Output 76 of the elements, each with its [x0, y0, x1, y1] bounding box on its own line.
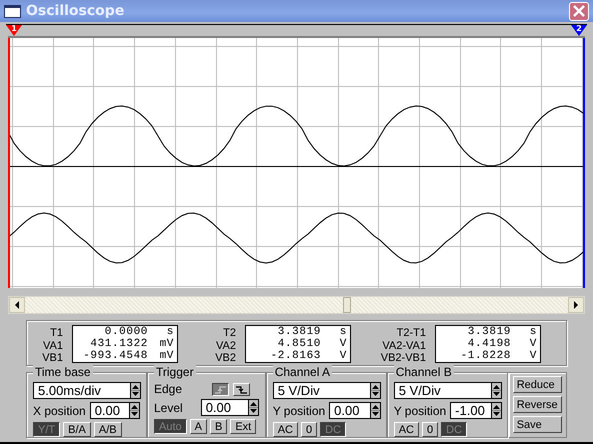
group-title: Channel B: [394, 365, 454, 379]
group-title: Channel A: [272, 365, 332, 379]
spin-buttons[interactable]: [248, 399, 259, 416]
falling-edge-icon: [234, 384, 250, 394]
readout-value: 3.3819: [276, 326, 322, 338]
readout-label: VB2-VB1: [380, 352, 426, 364]
readout-unit: V: [338, 350, 347, 362]
readout-label: T1: [50, 327, 63, 340]
volts-per-div-field[interactable]: 5 V/Div: [394, 382, 491, 399]
trigger-level-field[interactable]: 0.00: [200, 399, 248, 416]
cursor-marker[interactable]: 2: [571, 25, 587, 36]
time-base-field[interactable]: 5.00ms/div: [33, 382, 130, 399]
coupling-button[interactable]: 0: [422, 422, 438, 437]
spin-buttons[interactable]: [128, 402, 140, 419]
readout-value: 0.0000: [104, 326, 149, 338]
group-title: Time base: [33, 365, 93, 379]
readout-label: VB2: [215, 352, 236, 364]
readout-label: VA1: [43, 340, 63, 352]
readout-value: 3.3819: [466, 326, 512, 338]
field-label: Y position: [272, 404, 326, 418]
readout-value: -1.8228: [460, 350, 512, 362]
readout-value: -2.8163: [270, 350, 322, 362]
window-title: Oscilloscope: [26, 3, 126, 19]
spin-buttons[interactable]: [370, 382, 381, 399]
coupling-button[interactable]: AC: [394, 422, 419, 437]
readout-value: 4.4198: [466, 338, 512, 350]
y-position-field[interactable]: 0.00: [329, 402, 370, 419]
coupling-button[interactable]: AC: [272, 422, 298, 437]
coupling-button[interactable]: 0: [300, 422, 318, 437]
mode-button[interactable]: B/A: [63, 422, 91, 437]
rising-edge-icon: [213, 384, 228, 394]
field-label: Y position: [394, 404, 446, 418]
readout-unit: V: [528, 350, 537, 362]
close-button[interactable]: [569, 2, 589, 20]
window-icon: [4, 4, 21, 18]
action-button[interactable]: Reverse: [512, 396, 562, 413]
readout-unit: mV: [158, 338, 174, 350]
readout-value: 4.8510: [276, 338, 322, 350]
trigger-source-button[interactable]: Ext: [230, 419, 256, 434]
close-icon: [573, 5, 585, 17]
spin-buttons[interactable]: [130, 382, 141, 399]
readout-value: 431.1322: [89, 338, 149, 350]
spin-buttons[interactable]: [490, 382, 502, 399]
readout-unit: V: [338, 338, 347, 350]
right-arrow-icon: [573, 301, 579, 309]
spin-buttons[interactable]: [370, 402, 382, 419]
readout-unit: mV: [158, 350, 174, 362]
edge-button[interactable]: [212, 382, 230, 396]
left-arrow-icon: [14, 301, 20, 309]
group-title: Trigger: [154, 365, 196, 379]
readout-label: VA2-VA1: [382, 340, 426, 352]
trigger-source-button[interactable]: B: [210, 419, 228, 434]
readout-unit: V: [528, 338, 537, 350]
x-position-field[interactable]: 0.00: [90, 402, 129, 419]
readout-value: -993.4548: [82, 350, 149, 362]
trigger-source-button[interactable]: A: [190, 419, 207, 434]
readout-unit: s: [166, 326, 174, 338]
readout-unit: s: [528, 326, 537, 338]
action-button[interactable]: Reduce: [512, 376, 562, 393]
scroll-thumb[interactable]: [343, 297, 351, 313]
readout-label: VA2: [216, 340, 236, 352]
scroll-left-button[interactable]: [9, 297, 25, 313]
y-position-field[interactable]: -1.00: [450, 402, 492, 419]
cursor-marker[interactable]: 1: [6, 25, 22, 36]
field-label: Edge: [154, 382, 182, 396]
field-label: X position: [33, 404, 86, 418]
mode-button[interactable]: A/B: [94, 422, 122, 437]
readout-unit: s: [338, 326, 347, 338]
action-button[interactable]: Save: [512, 416, 562, 433]
readout-label: T2: [223, 327, 236, 340]
readout-label: VB1: [42, 352, 63, 364]
scroll-right-button[interactable]: [568, 297, 584, 313]
field-label: Level: [154, 400, 183, 414]
readout-label: T2-T1: [396, 327, 426, 340]
spin-buttons[interactable]: [491, 402, 502, 419]
volts-per-div-field[interactable]: 5 V/Div: [272, 382, 370, 399]
